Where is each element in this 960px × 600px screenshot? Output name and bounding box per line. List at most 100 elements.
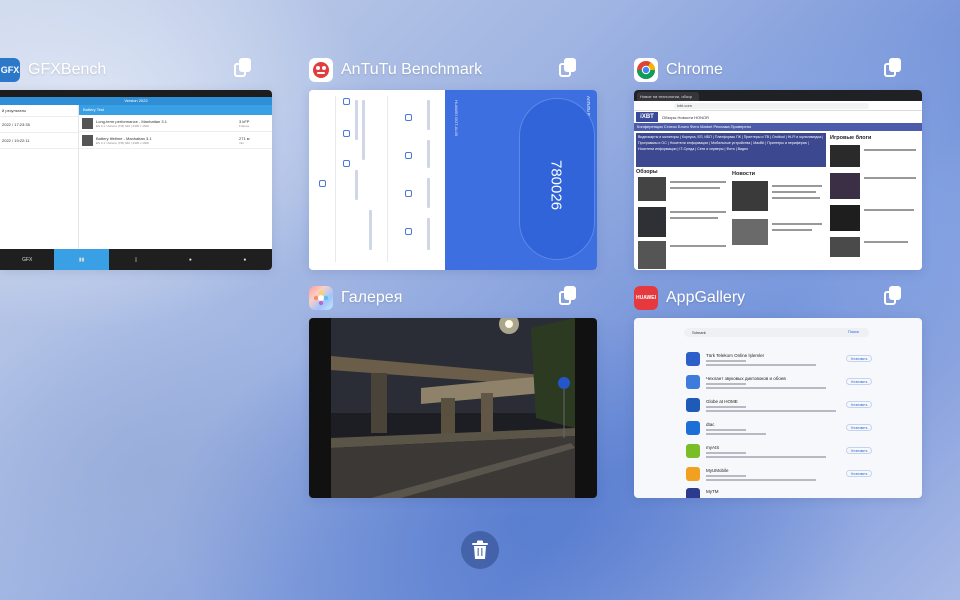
antutu-thumbnail[interactable]: HUAWEI GOT-AL09 AnTuTu Benchmark V9.4.4 … [309,90,597,270]
app-icon [686,444,700,458]
test-sub: ES 3.1 / Adreno (TM) 640 | 2400 x 1600 [96,140,149,145]
menu-icon [343,98,350,105]
divider [387,96,388,262]
gallery-header: Галерея [309,284,402,312]
text-line [362,100,365,160]
text-line [864,177,916,179]
app-icon [686,375,700,389]
antutu-menu-panel [309,90,445,270]
gfx-tab-title: Version 2022 [0,97,272,105]
app-icon [686,467,700,481]
site-menu: Конференции Статьи Блоги Фото Market Рек… [634,123,922,131]
text-line [864,149,916,151]
trash-icon [472,540,488,559]
site-nav: Обзоры Новости HONOR [662,114,710,120]
article-image [638,207,666,237]
text-line [427,178,430,208]
test-thumbnail-image [82,117,93,129]
gallery-thumbnail[interactable] [309,318,597,498]
gallery-title: Галерея [341,289,403,306]
ixbt-page: iXBT Обзоры Новости HONOR Конференции Ст… [634,111,922,270]
app-name: Türk Telekom Online İşlemler [706,353,765,358]
appgallery-card[interactable]: HUAWEI AppGallery ← Sdmark Поиск Türk Te… [634,284,922,498]
text-line [706,433,766,435]
news-heading: Новости [732,171,756,177]
install-button: Установить [846,355,872,362]
install-button: Установить [846,401,872,408]
test-thumbnail-image [82,134,93,146]
install-button: Установить [846,378,872,385]
blog-image [830,205,860,231]
text-line [772,197,820,199]
text-line [706,364,816,366]
chrome-card[interactable]: Chrome Новое на технологии, обзор ixbt.c… [634,56,922,270]
text-line [706,475,746,477]
blog-image [830,237,860,257]
gallery-card[interactable]: Галерея [309,284,597,498]
gfx-nav-home: GFX [22,256,33,263]
text-line [772,185,822,187]
text-line [427,218,430,250]
gfxbench-header: GFX GFXBench [0,56,106,84]
gfxbench-card[interactable]: GFX GFXBench Version 2022 й результаты 2… [0,56,272,270]
list-item: MyTM [686,486,906,498]
text-line [706,429,746,431]
app-name: MyTM [706,489,719,494]
text-line [706,383,746,385]
gfx-side-row: 2022 / 17:23:35 [0,117,78,133]
text-line [355,100,358,140]
gfxbench-title: GFXBench [28,61,107,78]
reviews-heading: Обзоры [636,169,658,175]
app-name: dtac [706,422,715,427]
list-item: Türk Telekom Online İşlemler Установить [686,350,906,370]
text-line [369,210,372,250]
blogs-heading: Игровые блоги [830,135,872,141]
install-button: Установить [846,470,872,477]
appgallery-search-button: Поиск [848,329,860,334]
chrome-thumbnail[interactable]: Новое на технологии, обзор ixbt.com iXBT… [634,90,922,270]
chrome-app-icon [634,58,658,82]
antutu-card[interactable]: AnTuTu Benchmark HUAWEI GOT-AL09 AnTuTu … [309,56,597,270]
text-line [670,217,718,219]
gfx-bottom-nav: GFX ▮▮ ▯ ● ● [0,249,272,270]
info-icon: ● [188,256,192,263]
antutu-score: 780026 [547,159,565,211]
antutu-device: HUAWEI GOT-AL09 [454,100,459,137]
article-image [732,181,768,211]
text-line [706,452,746,454]
article-image [732,219,768,245]
text-line [772,223,822,225]
app-name: Чехлант звуковых диктовоков и обоев [706,376,786,381]
text-line [427,140,430,168]
table-row: Battery lifetime - Manhattan 3.1 ES 3.1 … [79,132,272,149]
menu-icon [343,130,350,137]
article-image [638,177,666,201]
chrome-toolbar: ixbt.com [634,101,922,111]
menu-icon [405,152,412,159]
text-line [864,209,914,211]
text-line [706,410,836,412]
site-header: iXBT Обзоры Новости HONOR [634,111,922,123]
gfx-side-row: 2022 / 19:22:11 [0,133,78,149]
split-screen-icon[interactable] [234,58,252,78]
profile-icon: ● [243,256,247,263]
split-screen-icon[interactable] [559,58,577,78]
appgallery-thumbnail[interactable]: ← Sdmark Поиск Türk Telekom Online İşlem… [634,318,922,498]
text-line [427,100,430,130]
split-screen-icon[interactable] [884,286,902,306]
gfxbench-thumbnail[interactable]: Version 2022 й результаты 2022 / 17:23:3… [0,90,272,270]
text-line [355,170,358,200]
split-screen-icon[interactable] [884,58,902,78]
antutu-header: AnTuTu Benchmark [309,56,482,84]
gfx-side-header: й результаты [0,105,78,117]
text-line [706,360,746,362]
chrome-tab: Новое на технологии, обзор [637,92,699,101]
app-icon [686,398,700,412]
text-line [864,241,908,243]
article-image [638,241,666,269]
install-button: Установить [846,447,872,454]
share-icon [319,180,326,187]
clear-all-button[interactable] [461,531,499,569]
text-line [670,211,726,213]
split-screen-icon[interactable] [559,286,577,306]
